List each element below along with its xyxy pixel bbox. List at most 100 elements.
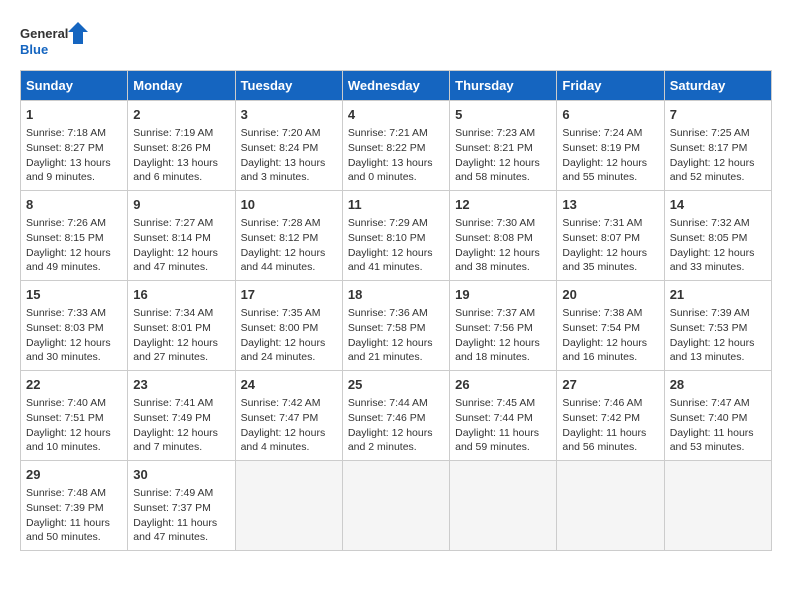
day-info-line: Sunrise: 7:29 AM xyxy=(348,216,444,231)
day-number: 1 xyxy=(26,106,122,124)
day-number: 2 xyxy=(133,106,229,124)
day-info-line: Sunrise: 7:47 AM xyxy=(670,396,766,411)
weekday-header: Friday xyxy=(557,71,664,101)
day-info-line: Daylight: 12 hours xyxy=(133,336,229,351)
day-info-line: Daylight: 12 hours xyxy=(562,336,658,351)
day-info-line: and 18 minutes. xyxy=(455,350,551,365)
day-info-line: Sunrise: 7:23 AM xyxy=(455,126,551,141)
day-info-line: Daylight: 13 hours xyxy=(26,156,122,171)
day-info-line: Sunset: 7:46 PM xyxy=(348,411,444,426)
day-info-line: and 47 minutes. xyxy=(133,260,229,275)
day-info-line: Daylight: 12 hours xyxy=(133,246,229,261)
weekday-header: Tuesday xyxy=(235,71,342,101)
calendar-cell: 29Sunrise: 7:48 AMSunset: 7:39 PMDayligh… xyxy=(21,461,128,551)
day-info-line: and 59 minutes. xyxy=(455,440,551,455)
day-info-line: Daylight: 12 hours xyxy=(348,336,444,351)
calendar-cell: 1Sunrise: 7:18 AMSunset: 8:27 PMDaylight… xyxy=(21,101,128,191)
day-info-line: Daylight: 12 hours xyxy=(241,426,337,441)
calendar-cell: 21Sunrise: 7:39 AMSunset: 7:53 PMDayligh… xyxy=(664,281,771,371)
day-number: 20 xyxy=(562,286,658,304)
day-info-line: Sunset: 8:17 PM xyxy=(670,141,766,156)
calendar-week-row: 22Sunrise: 7:40 AMSunset: 7:51 PMDayligh… xyxy=(21,371,772,461)
calendar-week-row: 8Sunrise: 7:26 AMSunset: 8:15 PMDaylight… xyxy=(21,191,772,281)
calendar-cell: 15Sunrise: 7:33 AMSunset: 8:03 PMDayligh… xyxy=(21,281,128,371)
day-info-line: Daylight: 13 hours xyxy=(348,156,444,171)
calendar-cell xyxy=(664,461,771,551)
calendar-cell xyxy=(450,461,557,551)
calendar-week-row: 29Sunrise: 7:48 AMSunset: 7:39 PMDayligh… xyxy=(21,461,772,551)
day-info-line: Sunrise: 7:26 AM xyxy=(26,216,122,231)
calendar-week-row: 1Sunrise: 7:18 AMSunset: 8:27 PMDaylight… xyxy=(21,101,772,191)
calendar-cell: 3Sunrise: 7:20 AMSunset: 8:24 PMDaylight… xyxy=(235,101,342,191)
day-info-line: Sunset: 7:39 PM xyxy=(26,501,122,516)
day-info-line: Sunset: 8:07 PM xyxy=(562,231,658,246)
day-info-line: Sunset: 8:03 PM xyxy=(26,321,122,336)
day-info-line: Sunrise: 7:37 AM xyxy=(455,306,551,321)
day-number: 12 xyxy=(455,196,551,214)
calendar-cell xyxy=(235,461,342,551)
day-info-line: Sunrise: 7:25 AM xyxy=(670,126,766,141)
day-number: 10 xyxy=(241,196,337,214)
day-info-line: Sunrise: 7:27 AM xyxy=(133,216,229,231)
day-number: 22 xyxy=(26,376,122,394)
day-info-line: Sunset: 7:54 PM xyxy=(562,321,658,336)
calendar-cell: 8Sunrise: 7:26 AMSunset: 8:15 PMDaylight… xyxy=(21,191,128,281)
day-info-line: Daylight: 11 hours xyxy=(562,426,658,441)
day-number: 24 xyxy=(241,376,337,394)
day-info-line: Sunset: 7:47 PM xyxy=(241,411,337,426)
day-info-line: and 27 minutes. xyxy=(133,350,229,365)
day-info-line: Sunset: 8:05 PM xyxy=(670,231,766,246)
day-number: 26 xyxy=(455,376,551,394)
day-info-line: and 21 minutes. xyxy=(348,350,444,365)
day-number: 23 xyxy=(133,376,229,394)
weekday-header: Saturday xyxy=(664,71,771,101)
calendar-cell: 24Sunrise: 7:42 AMSunset: 7:47 PMDayligh… xyxy=(235,371,342,461)
calendar-cell: 28Sunrise: 7:47 AMSunset: 7:40 PMDayligh… xyxy=(664,371,771,461)
day-info-line: Sunset: 8:24 PM xyxy=(241,141,337,156)
weekday-header: Thursday xyxy=(450,71,557,101)
day-info-line: and 47 minutes. xyxy=(133,530,229,545)
day-info-line: Sunrise: 7:46 AM xyxy=(562,396,658,411)
svg-text:Blue: Blue xyxy=(20,42,48,57)
calendar-cell: 2Sunrise: 7:19 AMSunset: 8:26 PMDaylight… xyxy=(128,101,235,191)
day-info-line: Sunset: 8:21 PM xyxy=(455,141,551,156)
calendar-cell: 26Sunrise: 7:45 AMSunset: 7:44 PMDayligh… xyxy=(450,371,557,461)
day-info-line: Sunrise: 7:39 AM xyxy=(670,306,766,321)
day-info-line: Daylight: 11 hours xyxy=(26,516,122,531)
day-info-line: Daylight: 12 hours xyxy=(241,246,337,261)
day-number: 17 xyxy=(241,286,337,304)
calendar-header: SundayMondayTuesdayWednesdayThursdayFrid… xyxy=(21,71,772,101)
calendar-body: 1Sunrise: 7:18 AMSunset: 8:27 PMDaylight… xyxy=(21,101,772,551)
calendar-cell: 4Sunrise: 7:21 AMSunset: 8:22 PMDaylight… xyxy=(342,101,449,191)
day-number: 13 xyxy=(562,196,658,214)
day-info-line: Sunset: 8:01 PM xyxy=(133,321,229,336)
day-number: 5 xyxy=(455,106,551,124)
day-info-line: Sunset: 8:12 PM xyxy=(241,231,337,246)
day-info-line: and 58 minutes. xyxy=(455,170,551,185)
day-info-line: and 24 minutes. xyxy=(241,350,337,365)
day-info-line: Daylight: 12 hours xyxy=(133,426,229,441)
day-info-line: Sunrise: 7:33 AM xyxy=(26,306,122,321)
day-info-line: Sunrise: 7:31 AM xyxy=(562,216,658,231)
calendar-cell: 20 Sunrise: 7:38 AMSunset: 7:54 PMDayligh… xyxy=(557,281,664,371)
calendar-cell: 9Sunrise: 7:27 AMSunset: 8:14 PMDaylight… xyxy=(128,191,235,281)
calendar-cell: 13Sunrise: 7:31 AMSunset: 8:07 PMDayligh… xyxy=(557,191,664,281)
day-number: 11 xyxy=(348,196,444,214)
day-number: 27 xyxy=(562,376,658,394)
day-info-line: Sunrise: 7:44 AM xyxy=(348,396,444,411)
day-info-line: Sunrise: 7:24 AM xyxy=(562,126,658,141)
day-info-line: and 38 minutes. xyxy=(455,260,551,275)
day-info-line: Sunrise: 7:48 AM xyxy=(26,486,122,501)
day-number: 30 xyxy=(133,466,229,484)
day-number: 8 xyxy=(26,196,122,214)
day-info-line: Daylight: 13 hours xyxy=(241,156,337,171)
calendar-cell: 19Sunrise: 7:37 AMSunset: 7:56 PMDayligh… xyxy=(450,281,557,371)
day-info-line: Daylight: 12 hours xyxy=(241,336,337,351)
day-info-line: Sunrise: 7:34 AM xyxy=(133,306,229,321)
day-info-line: Daylight: 12 hours xyxy=(455,336,551,351)
day-info-line: Sunrise: 7:38 AM xyxy=(562,306,658,321)
day-info-line: Daylight: 12 hours xyxy=(455,246,551,261)
day-info-line: Sunset: 8:00 PM xyxy=(241,321,337,336)
calendar-cell: 22Sunrise: 7:40 AMSunset: 7:51 PMDayligh… xyxy=(21,371,128,461)
day-number: 9 xyxy=(133,196,229,214)
